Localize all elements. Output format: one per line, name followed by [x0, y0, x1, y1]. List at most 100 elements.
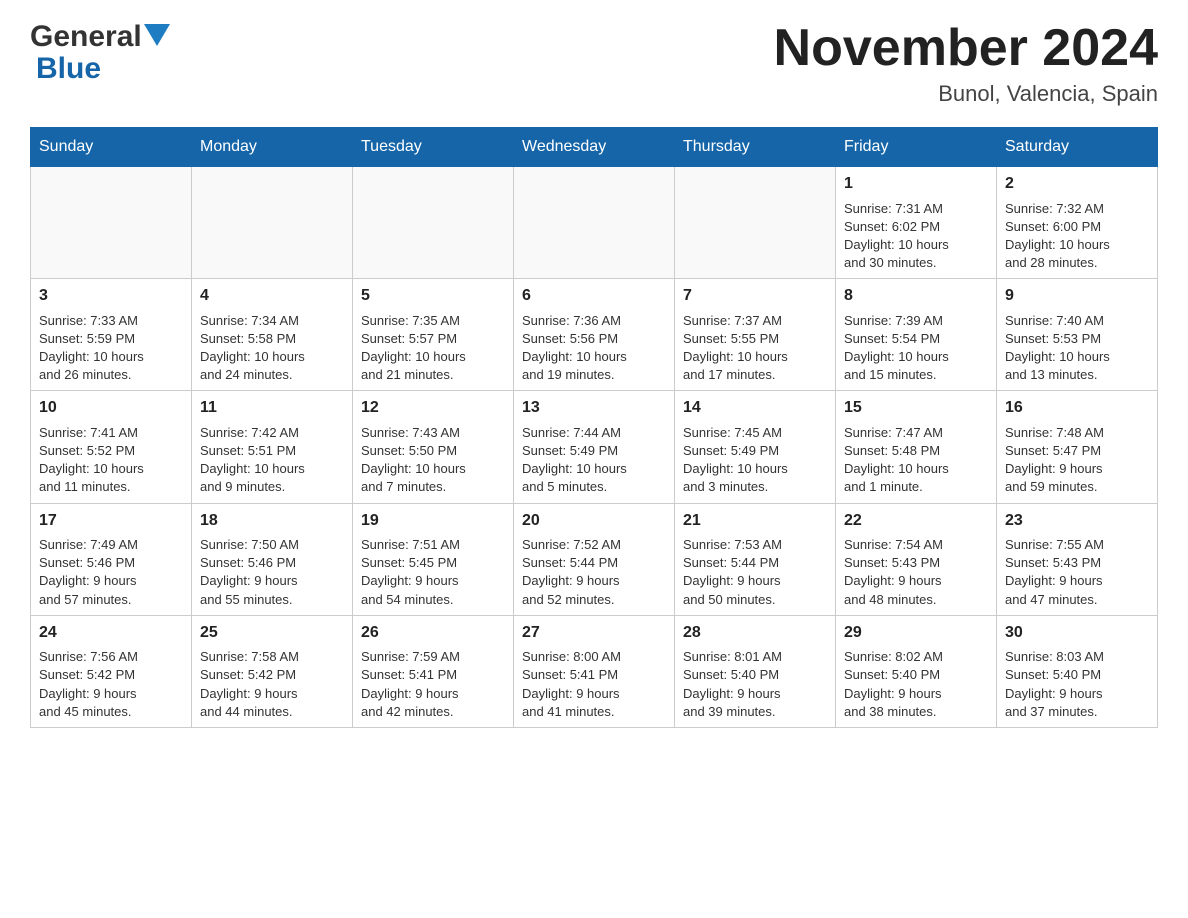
- calendar-week-row: 1 Sunrise: 7:31 AMSunset: 6:02 PMDaylight…: [31, 167, 1158, 279]
- calendar-cell: 7 Sunrise: 7:37 AMSunset: 5:55 PMDaylight…: [675, 279, 836, 391]
- day-number: 6: [522, 285, 666, 307]
- day-info: Sunrise: 7:59 AMSunset: 5:41 PMDaylight:…: [361, 648, 505, 721]
- day-info: Sunrise: 8:03 AMSunset: 5:40 PMDaylight:…: [1005, 648, 1149, 721]
- day-number: 1: [844, 173, 988, 195]
- calendar-cell: 9 Sunrise: 7:40 AMSunset: 5:53 PMDaylight…: [997, 279, 1158, 391]
- day-info: Sunrise: 7:39 AMSunset: 5:54 PMDaylight:…: [844, 312, 988, 385]
- calendar-cell: 24 Sunrise: 7:56 AMSunset: 5:42 PMDayligh…: [31, 615, 192, 727]
- day-info: Sunrise: 7:41 AMSunset: 5:52 PMDaylight:…: [39, 424, 183, 497]
- day-number: 5: [361, 285, 505, 307]
- day-number: 20: [522, 510, 666, 532]
- day-number: 24: [39, 622, 183, 644]
- calendar-title-area: November 2024 Bunol, Valencia, Spain: [774, 20, 1158, 107]
- day-info: Sunrise: 7:56 AMSunset: 5:42 PMDaylight:…: [39, 648, 183, 721]
- calendar-week-row: 17 Sunrise: 7:49 AMSunset: 5:46 PMDayligh…: [31, 503, 1158, 615]
- day-number: 30: [1005, 622, 1149, 644]
- calendar-cell: 14 Sunrise: 7:45 AMSunset: 5:49 PMDayligh…: [675, 391, 836, 503]
- day-number: 25: [200, 622, 344, 644]
- weekday-header-friday: Friday: [836, 128, 997, 167]
- calendar-cell: 29 Sunrise: 8:02 AMSunset: 5:40 PMDayligh…: [836, 615, 997, 727]
- day-number: 28: [683, 622, 827, 644]
- calendar-cell: 12 Sunrise: 7:43 AMSunset: 5:50 PMDayligh…: [353, 391, 514, 503]
- logo-arrow-icon: [144, 24, 170, 46]
- calendar-cell: 11 Sunrise: 7:42 AMSunset: 5:51 PMDayligh…: [192, 391, 353, 503]
- calendar-cell: 6Sunrise: 7:36 AMSunset: 5:56 PMDaylight…: [514, 279, 675, 391]
- weekday-header-tuesday: Tuesday: [353, 128, 514, 167]
- calendar-cell: 10Sunrise: 7:41 AMSunset: 5:52 PMDayligh…: [31, 391, 192, 503]
- day-number: 4: [200, 285, 344, 307]
- weekday-header-thursday: Thursday: [675, 128, 836, 167]
- day-info: Sunrise: 8:00 AMSunset: 5:41 PMDaylight:…: [522, 648, 666, 721]
- day-info: Sunrise: 7:37 AMSunset: 5:55 PMDaylight:…: [683, 312, 827, 385]
- day-info: Sunrise: 7:40 AMSunset: 5:53 PMDaylight:…: [1005, 312, 1149, 385]
- day-number: 17: [39, 510, 183, 532]
- calendar-cell: 27 Sunrise: 8:00 AMSunset: 5:41 PMDayligh…: [514, 615, 675, 727]
- day-number: 12: [361, 397, 505, 419]
- day-info: Sunrise: 7:42 AMSunset: 5:51 PMDaylight:…: [200, 424, 344, 497]
- day-info: Sunrise: 7:31 AMSunset: 6:02 PMDaylight:…: [844, 200, 988, 273]
- day-number: 23: [1005, 510, 1149, 532]
- day-number: 3: [39, 285, 183, 307]
- day-number: 18: [200, 510, 344, 532]
- day-info: Sunrise: 8:01 AMSunset: 5:40 PMDaylight:…: [683, 648, 827, 721]
- day-info: Sunrise: 7:32 AMSunset: 6:00 PMDaylight:…: [1005, 200, 1149, 273]
- calendar-cell: 5Sunrise: 7:35 AMSunset: 5:57 PMDaylight…: [353, 279, 514, 391]
- day-number: 7: [683, 285, 827, 307]
- calendar-cell: 8 Sunrise: 7:39 AMSunset: 5:54 PMDaylight…: [836, 279, 997, 391]
- day-number: 16: [1005, 397, 1149, 419]
- day-number: 15: [844, 397, 988, 419]
- day-info: Sunrise: 7:44 AMSunset: 5:49 PMDaylight:…: [522, 424, 666, 497]
- calendar-cell: 15 Sunrise: 7:47 AMSunset: 5:48 PMDayligh…: [836, 391, 997, 503]
- calendar-cell: 4 Sunrise: 7:34 AMSunset: 5:58 PMDaylight…: [192, 279, 353, 391]
- location-subtitle: Bunol, Valencia, Spain: [774, 81, 1158, 107]
- day-info: Sunrise: 7:47 AMSunset: 5:48 PMDaylight:…: [844, 424, 988, 497]
- day-number: 2: [1005, 173, 1149, 195]
- day-info: Sunrise: 7:53 AMSunset: 5:44 PMDaylight:…: [683, 536, 827, 609]
- day-info: Sunrise: 7:48 AMSunset: 5:47 PMDaylight:…: [1005, 424, 1149, 497]
- day-number: 26: [361, 622, 505, 644]
- weekday-header-row: SundayMondayTuesdayWednesdayThursdayFrid…: [31, 128, 1158, 167]
- calendar-week-row: 3 Sunrise: 7:33 AMSunset: 5:59 PMDaylight…: [31, 279, 1158, 391]
- calendar-cell: [675, 167, 836, 279]
- calendar-cell: 28 Sunrise: 8:01 AMSunset: 5:40 PMDayligh…: [675, 615, 836, 727]
- calendar-cell: 17 Sunrise: 7:49 AMSunset: 5:46 PMDayligh…: [31, 503, 192, 615]
- month-year-title: November 2024: [774, 20, 1158, 77]
- calendar-table: SundayMondayTuesdayWednesdayThursdayFrid…: [30, 127, 1158, 728]
- day-info: Sunrise: 7:43 AMSunset: 5:50 PMDaylight:…: [361, 424, 505, 497]
- page-header: General Blue November 2024 Bunol, Valenc…: [30, 20, 1158, 107]
- calendar-cell: [353, 167, 514, 279]
- weekday-header-monday: Monday: [192, 128, 353, 167]
- day-number: 14: [683, 397, 827, 419]
- calendar-cell: 20Sunrise: 7:52 AMSunset: 5:44 PMDayligh…: [514, 503, 675, 615]
- calendar-cell: 16 Sunrise: 7:48 AMSunset: 5:47 PMDayligh…: [997, 391, 1158, 503]
- calendar-cell: [514, 167, 675, 279]
- day-info: Sunrise: 7:34 AMSunset: 5:58 PMDaylight:…: [200, 312, 344, 385]
- day-number: 9: [1005, 285, 1149, 307]
- day-number: 8: [844, 285, 988, 307]
- day-number: 22: [844, 510, 988, 532]
- day-info: Sunrise: 8:02 AMSunset: 5:40 PMDaylight:…: [844, 648, 988, 721]
- day-info: Sunrise: 7:49 AMSunset: 5:46 PMDaylight:…: [39, 536, 183, 609]
- day-info: Sunrise: 7:45 AMSunset: 5:49 PMDaylight:…: [683, 424, 827, 497]
- day-info: Sunrise: 7:58 AMSunset: 5:42 PMDaylight:…: [200, 648, 344, 721]
- calendar-cell: 13Sunrise: 7:44 AMSunset: 5:49 PMDayligh…: [514, 391, 675, 503]
- calendar-body: 1 Sunrise: 7:31 AMSunset: 6:02 PMDaylight…: [31, 167, 1158, 728]
- calendar-cell: 22Sunrise: 7:54 AMSunset: 5:43 PMDayligh…: [836, 503, 997, 615]
- calendar-cell: 3 Sunrise: 7:33 AMSunset: 5:59 PMDaylight…: [31, 279, 192, 391]
- day-number: 27: [522, 622, 666, 644]
- calendar-cell: 23Sunrise: 7:55 AMSunset: 5:43 PMDayligh…: [997, 503, 1158, 615]
- calendar-cell: 18 Sunrise: 7:50 AMSunset: 5:46 PMDayligh…: [192, 503, 353, 615]
- day-info: Sunrise: 7:50 AMSunset: 5:46 PMDaylight:…: [200, 536, 344, 609]
- calendar-cell: 26 Sunrise: 7:59 AMSunset: 5:41 PMDayligh…: [353, 615, 514, 727]
- logo-blue-text: Blue: [36, 52, 101, 85]
- day-number: 11: [200, 397, 344, 419]
- day-info: Sunrise: 7:33 AMSunset: 5:59 PMDaylight:…: [39, 312, 183, 385]
- calendar-cell: 30 Sunrise: 8:03 AMSunset: 5:40 PMDayligh…: [997, 615, 1158, 727]
- day-number: 29: [844, 622, 988, 644]
- calendar-cell: [192, 167, 353, 279]
- logo-general-text: General: [30, 20, 142, 54]
- calendar-cell: 1 Sunrise: 7:31 AMSunset: 6:02 PMDaylight…: [836, 167, 997, 279]
- calendar-cell: 21 Sunrise: 7:53 AMSunset: 5:44 PMDayligh…: [675, 503, 836, 615]
- weekday-header-saturday: Saturday: [997, 128, 1158, 167]
- day-number: 21: [683, 510, 827, 532]
